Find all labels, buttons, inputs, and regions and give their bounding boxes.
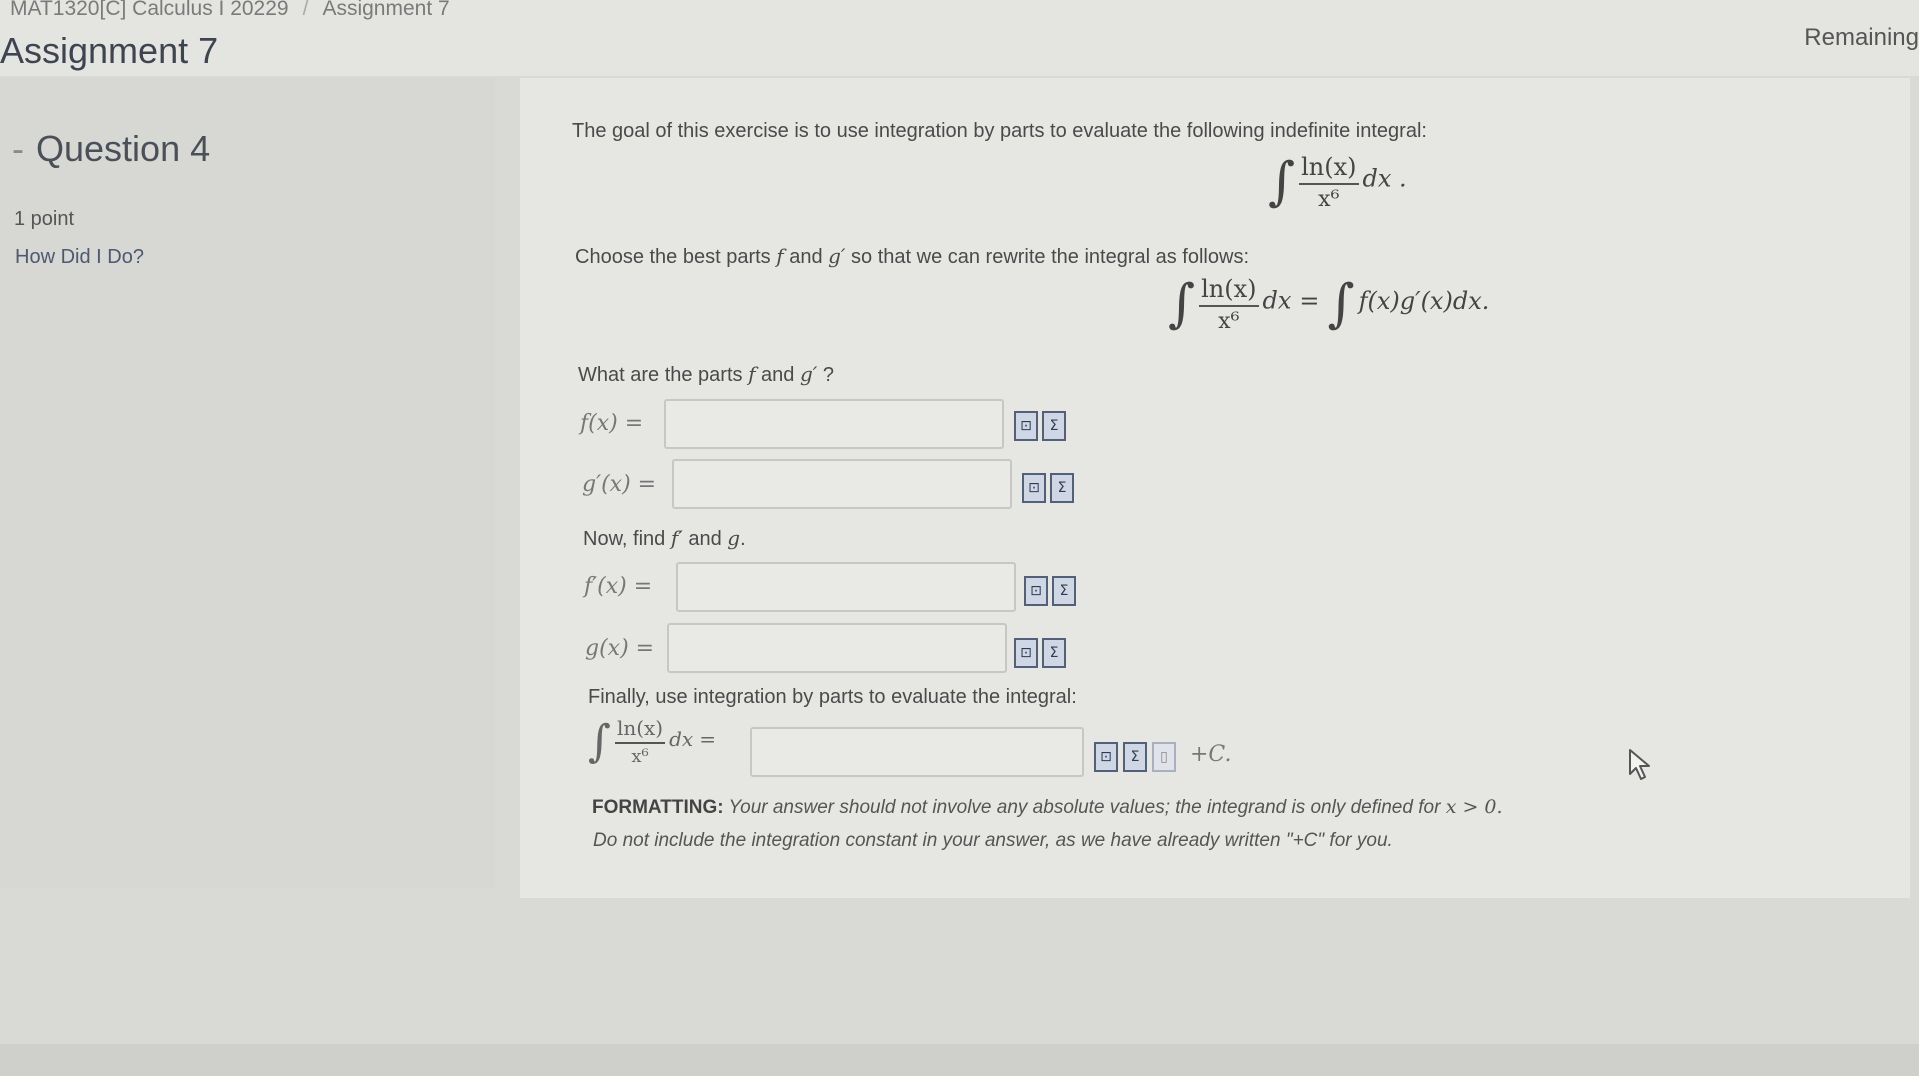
choose-f: f [776,244,784,268]
now-g: g [727,526,741,550]
page-title: Assignment 7 [0,30,219,71]
choose-gp: g′ [828,244,846,268]
points-label: 1 point [14,208,75,230]
denominator: x⁶ [1318,186,1340,212]
denominator: x⁶ [1218,308,1240,334]
collapse-dash: - [12,128,24,169]
f-input[interactable] [664,399,1004,449]
rhs-expression: f(x)g′(x)dx. [1358,286,1490,315]
now-post: . [740,528,746,550]
now-fp: f′ [670,526,683,550]
intro-text: The goal of this exercise is to use inte… [572,120,1427,142]
equation-editor-icon[interactable]: Σ [1042,411,1066,441]
preview-icon[interactable]: ⊡ [1014,638,1038,668]
how-did-i-do-link[interactable]: How Did I Do? [15,246,144,269]
breadcrumb: MAT1320[C] Calculus I 20229/Assignment 7 [10,0,450,21]
preview-icon[interactable]: ⊡ [1014,411,1038,441]
now-pre: Now, find [583,528,671,550]
integral-sign: ∫ [1168,274,1196,334]
equation-editor-icon[interactable]: Σ [1050,473,1074,503]
final-answer-input[interactable] [750,727,1084,777]
now-and: and [682,528,728,550]
numerator: ln(x) [1199,275,1259,307]
integral-sign: ∫ [1327,274,1355,334]
bottom-edge [0,1044,1919,1076]
integral-sign: ∫ [588,716,611,767]
formatting-text-1: Your answer should not involve any absol… [728,797,1446,818]
equation-editor-icon[interactable]: Σ [1123,742,1147,772]
question-title[interactable]: - Question 4 [12,128,210,170]
equals-sign: = [699,727,716,751]
now-find-text: Now, find f′ and g. [583,526,746,551]
denominator: x⁶ [631,746,649,767]
choose-pre: Choose the best parts [575,246,777,268]
preview-icon[interactable]: ⊡ [1094,742,1118,772]
mouse-cursor-icon [1629,749,1650,780]
formatting-condition: x > 0. [1445,796,1503,818]
gp-label: g′(x) = [582,472,657,497]
finally-text: Finally, use integration by parts to eva… [588,686,1077,708]
breadcrumb-course[interactable]: MAT1320[C] Calculus I 20229 [10,0,289,20]
fp-label: f′(x) = [584,574,653,599]
choose-and: and [783,246,829,268]
equation-editor-icon[interactable]: Σ [1052,576,1076,606]
choose-post: so that we can rewrite the integral as f… [845,246,1249,268]
what-post: ? [817,364,834,386]
equation-editor-icon[interactable]: Σ [1042,638,1066,668]
breadcrumb-current[interactable]: Assignment 7 [322,0,449,20]
remaining-label: Remaining [1804,24,1919,51]
question-label: Question 4 [36,128,211,169]
numerator: ln(x) [1299,153,1359,185]
formatting-label: FORMATTING: [592,797,724,818]
blank-doc-icon[interactable]: ▯ [1152,742,1176,772]
numerator: ln(x) [614,716,666,744]
integral-display: ∫ ln(x) x⁶ dx . [1268,152,1407,212]
g-label: g(x) = [585,636,655,661]
choose-parts-text: Choose the best parts f and g′ so that w… [575,244,1249,269]
dx: dx [669,727,694,751]
fp-input[interactable] [676,562,1016,612]
preview-icon[interactable]: ⊡ [1022,473,1046,503]
what-pre: What are the parts [578,364,749,386]
integral-sign: ∫ [1268,152,1296,212]
final-integral: ∫ ln(x) x⁶ dx = [588,716,716,767]
what-parts-text: What are the parts f and g′ ? [578,362,834,387]
rewrite-equation: ∫ ln(x) x⁶ dx = ∫ f(x)g′(x)dx. [1168,274,1489,334]
equals-sign: = [1299,286,1320,315]
formatting-note-2: Do not include the integration constant … [593,830,1393,851]
what-gp: g′ [799,362,818,386]
dx: dx . [1362,164,1407,193]
f-label: f(x) = [580,411,644,436]
formatting-note-1: FORMATTING: Your answer should not invol… [592,796,1503,819]
g-input[interactable] [667,623,1007,673]
what-and: and [755,364,800,386]
dx: dx [1262,286,1292,315]
preview-icon[interactable]: ⊡ [1024,576,1048,606]
question-sidebar: - Question 4 1 point How Did I Do? [0,78,495,888]
gp-input[interactable] [672,459,1012,509]
plus-c-label: +C. [1190,742,1232,767]
